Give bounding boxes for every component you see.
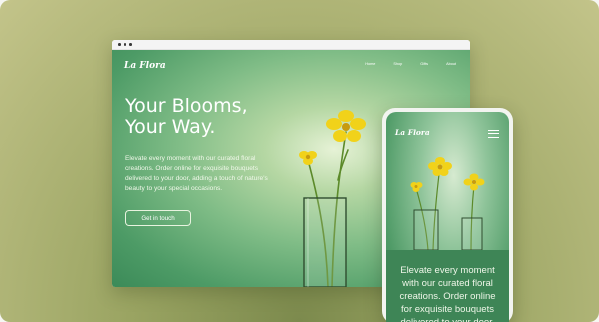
mobile-text-panel: Elevate every moment with our curated fl… [386,250,509,322]
showcase-stage: La Flora Home Shop Gifts About Your Bloo… [0,0,599,322]
nav-link-about[interactable]: About [446,62,456,66]
mobile-flower-right-icon [463,173,485,191]
mobile-screen: La Flora Elevate every moment with our c… [386,112,509,322]
mobile-site-logo[interactable]: La Flora [395,128,430,137]
site-logo[interactable]: La Flora [124,61,166,71]
glass-vase-icon [303,197,347,287]
window-dot-icon[interactable] [123,43,126,46]
hero-title-line: Your Way. [125,116,216,138]
site-nav: Home Shop Gifts About [365,62,456,66]
mobile-flower-icon [428,157,452,176]
browser-title-bar [112,40,470,50]
window-dot-icon[interactable] [129,43,132,46]
nav-link-home[interactable]: Home [365,62,375,66]
hamburger-menu-icon[interactable] [488,130,499,140]
mobile-phone-mockup: La Flora Elevate every moment with our c… [382,108,513,322]
hero-title-line: Your Blooms, [125,95,248,117]
nav-link-gifts[interactable]: Gifts [420,62,428,66]
flower-large-icon [326,110,366,142]
window-dot-icon[interactable] [118,43,121,46]
mobile-description: Elevate every moment with our curated fl… [399,265,496,322]
mobile-flower-small-icon [410,182,423,192]
mobile-vase-right-icon [461,217,483,250]
mobile-vase-left-icon [413,209,439,250]
get-in-touch-button[interactable]: Get in touch [125,210,191,226]
nav-link-shop[interactable]: Shop [393,62,402,66]
mobile-flower-illustration [410,157,485,250]
hero-title: Your Blooms, Your Way. [125,96,295,138]
flower-small-icon [299,151,317,165]
hero-description: Elevate every moment with our curated fl… [125,155,268,192]
